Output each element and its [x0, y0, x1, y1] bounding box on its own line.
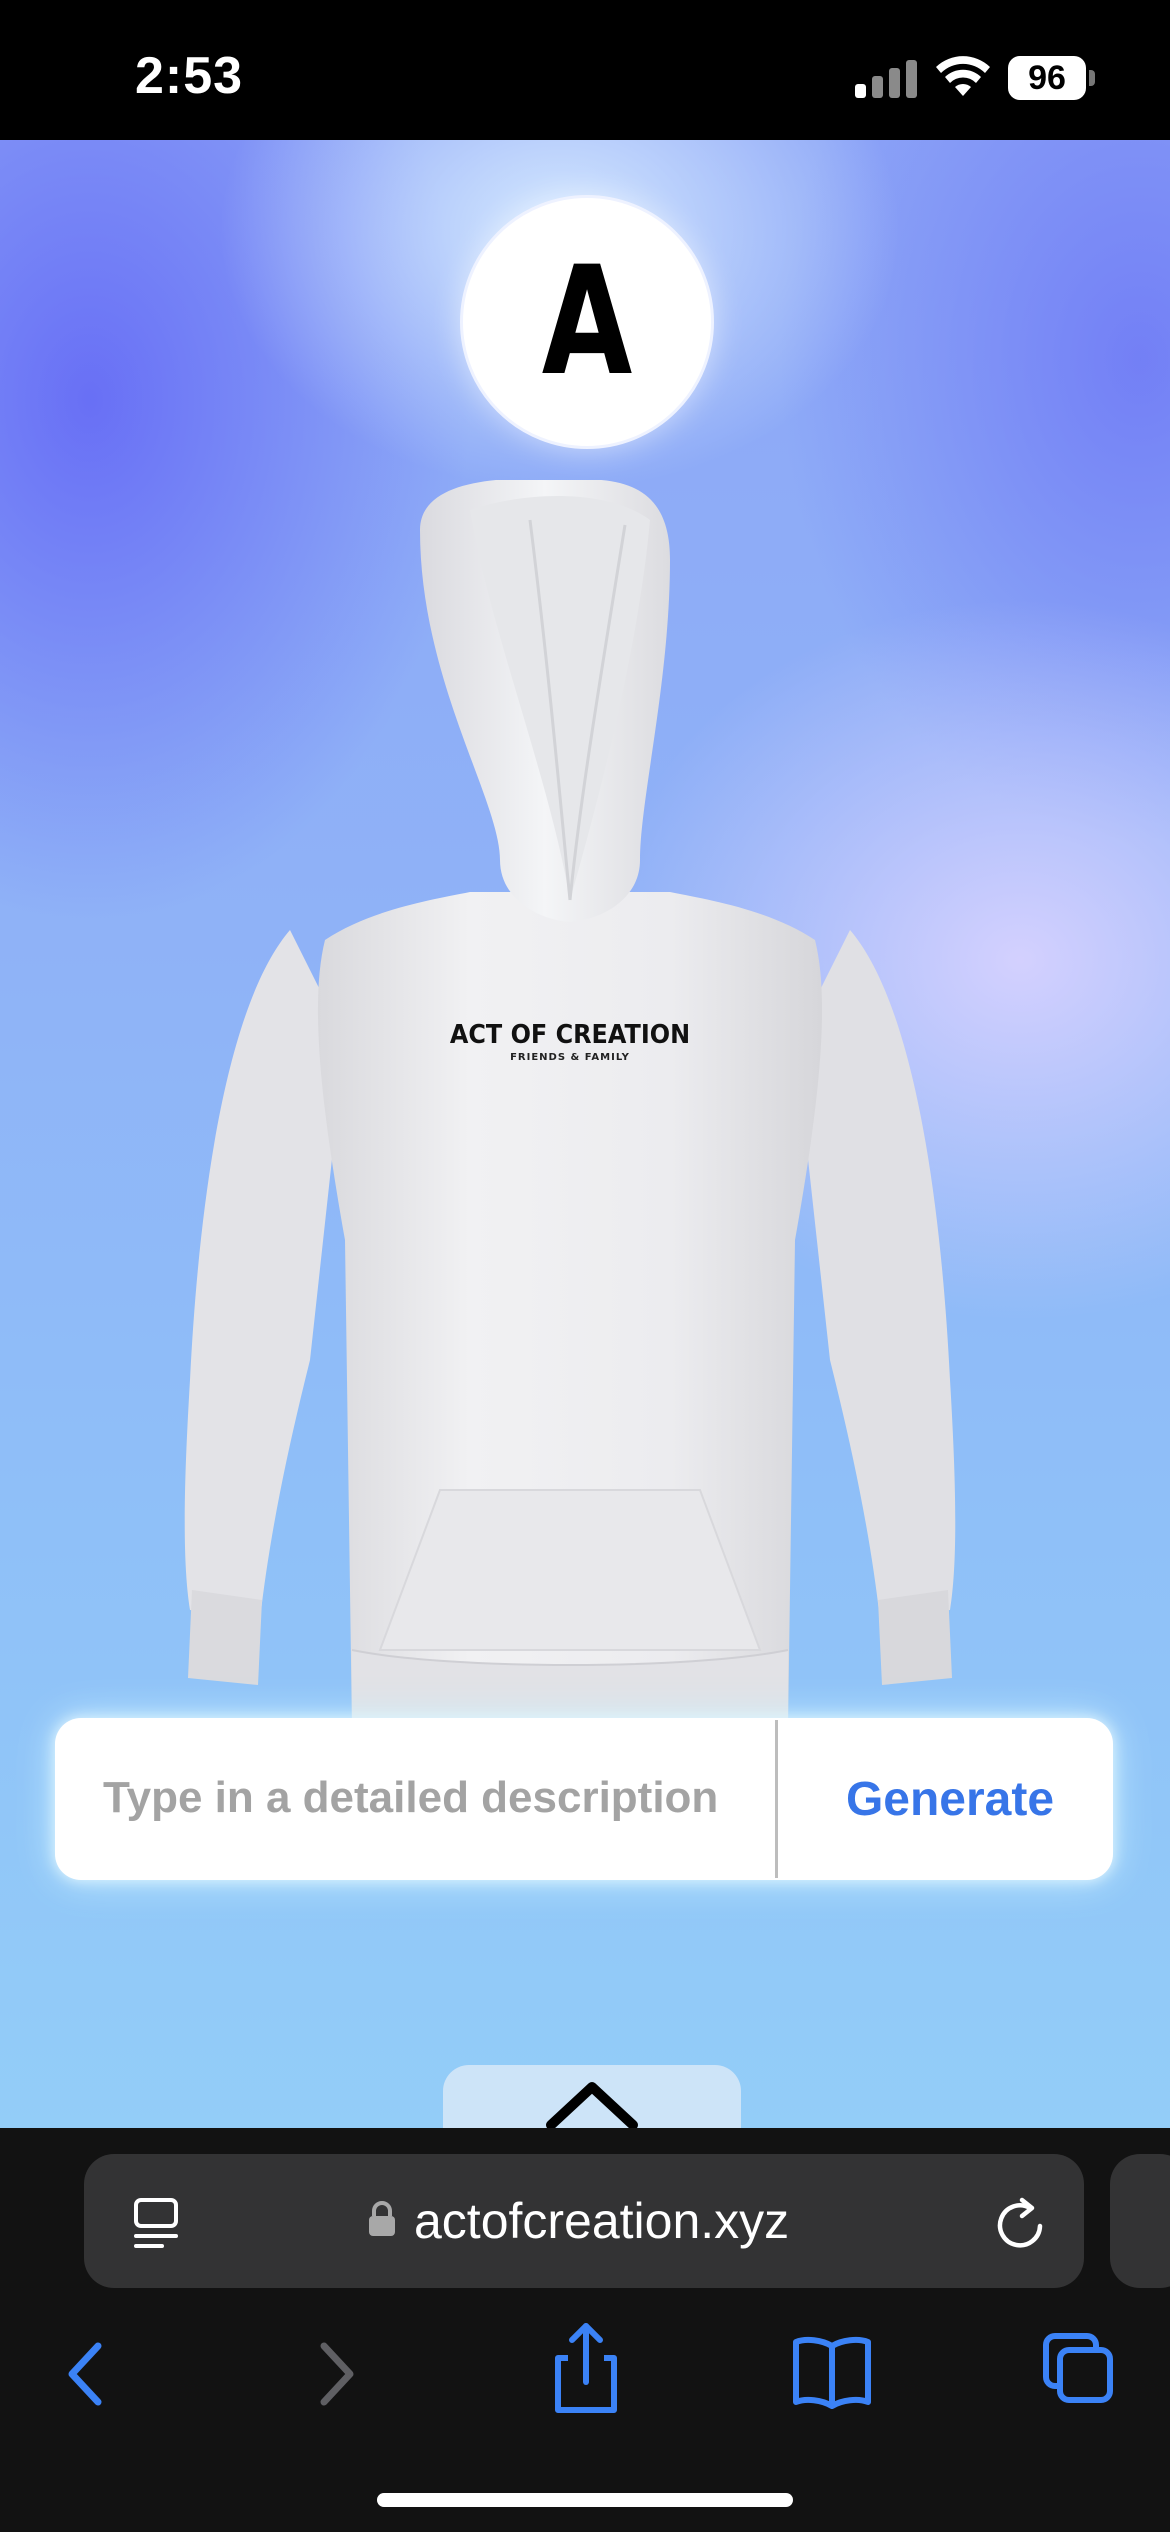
- hoodie-preview[interactable]: [170, 480, 970, 1840]
- back-icon: [68, 2342, 102, 2406]
- description-input[interactable]: [103, 1758, 803, 1838]
- wifi-icon: [935, 54, 991, 98]
- reload-icon[interactable]: [994, 2194, 1046, 2250]
- drawer-toggle[interactable]: [443, 2065, 741, 2128]
- url-text: actofcreation.xyz: [414, 2193, 790, 2249]
- hoodie-print-subtitle: FRIENDS & FAMILY: [510, 1052, 630, 1063]
- battery-nub: [1089, 70, 1095, 86]
- forward-icon: [320, 2342, 354, 2406]
- tabs-button[interactable]: [1042, 2318, 1152, 2428]
- bookmarks-icon: [793, 2336, 871, 2409]
- hoodie-print-title: ACT OF CREATION: [449, 1020, 691, 1050]
- next-tab-peek[interactable]: [1110, 2154, 1170, 2288]
- prompt-divider: [775, 1720, 778, 1878]
- page-menu-icon[interactable]: [132, 2196, 180, 2252]
- generate-button[interactable]: Generate: [790, 1718, 1110, 1880]
- lock-icon: [369, 2201, 395, 2236]
- cellular-signal-icon: [855, 58, 917, 98]
- forward-button[interactable]: [310, 2318, 420, 2428]
- brand-logo-letter: A: [541, 235, 633, 409]
- browser-toolbar: [0, 2318, 1170, 2458]
- home-indicator[interactable]: [377, 2493, 793, 2507]
- status-bar: 2:53 96: [0, 0, 1170, 140]
- brand-logo[interactable]: A: [460, 195, 714, 449]
- address-bar[interactable]: actofcreation.xyz: [84, 2154, 1084, 2288]
- share-icon: [555, 2323, 617, 2413]
- back-button[interactable]: [60, 2318, 170, 2428]
- tabs-icon: [1043, 2333, 1113, 2403]
- share-button[interactable]: [548, 2318, 658, 2428]
- prompt-box: Generate: [55, 1718, 1113, 1880]
- bookmarks-button[interactable]: [792, 2318, 902, 2428]
- web-content: A ACT OF CREATION FRIENDS & FAMILY Type …: [0, 140, 1170, 2128]
- status-time: 2:53: [135, 47, 244, 105]
- battery-icon: 96: [1008, 56, 1086, 100]
- browser-bar: actofcreation.xyz: [0, 2128, 1170, 2532]
- chevron-up-icon: [546, 2082, 638, 2128]
